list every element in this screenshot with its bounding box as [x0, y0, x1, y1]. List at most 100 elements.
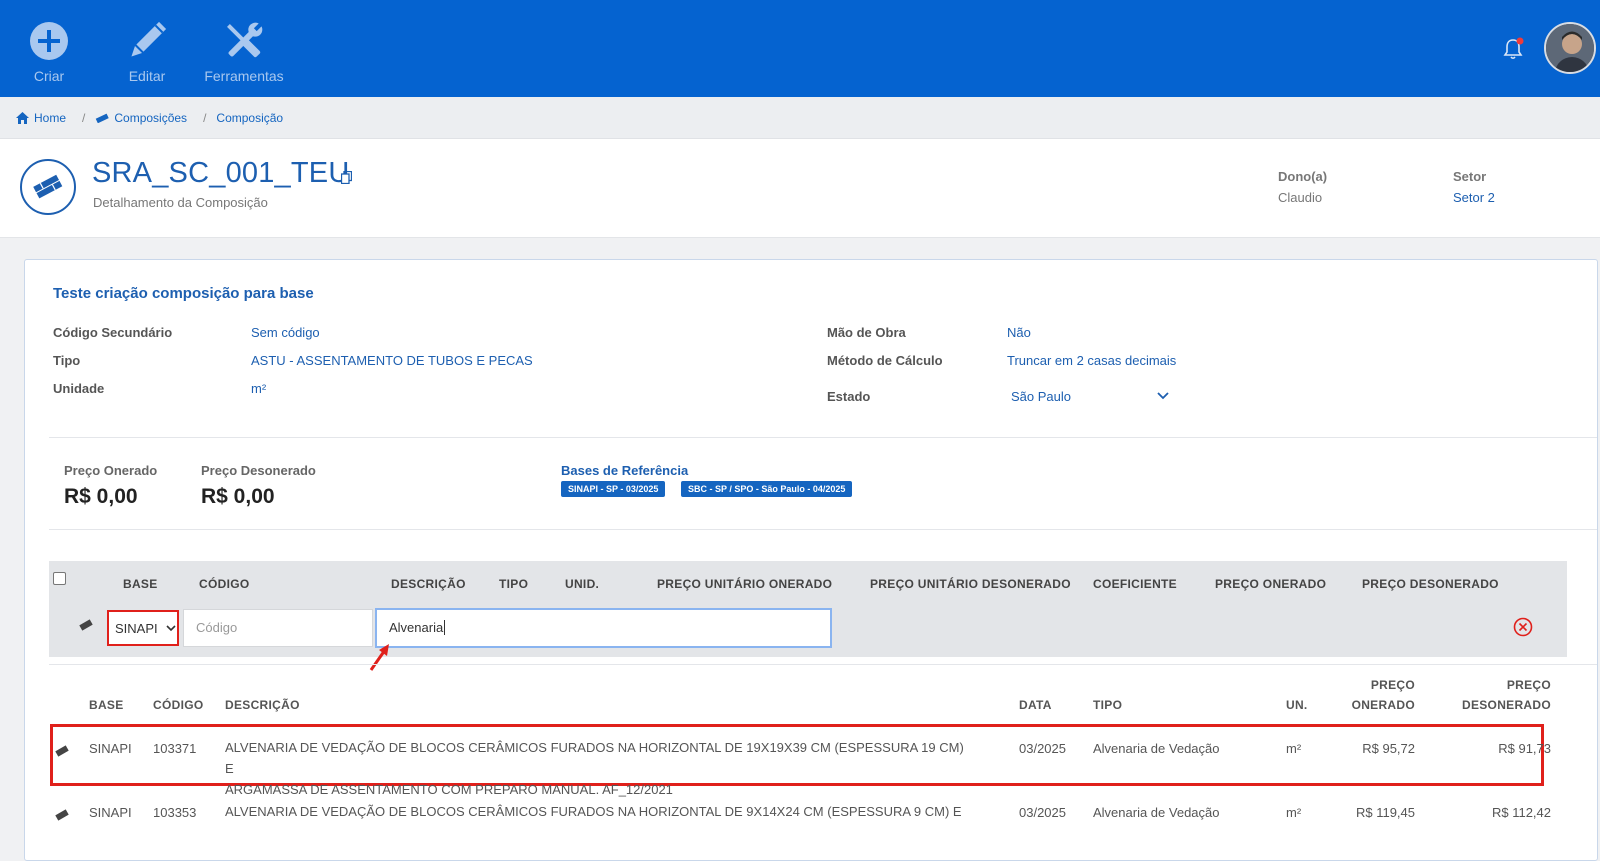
- price-desonerado-value: R$ 0,00: [201, 485, 275, 508]
- result-type: Alvenaria de Vedação: [1093, 741, 1220, 756]
- col-unit: UNID.: [565, 577, 600, 591]
- copy-icon[interactable]: [341, 171, 352, 184]
- breadcrumb-home-label: Home: [34, 110, 67, 125]
- edit-label: Editar: [128, 68, 166, 84]
- breadcrumb-compositions[interactable]: Composições: [95, 111, 187, 125]
- create-button[interactable]: Criar: [4, 12, 94, 84]
- code-input[interactable]: Código: [183, 609, 373, 647]
- result-description-line1: ALVENARIA DE VEDAÇÃO DE BLOCOS CERÂMICOS…: [225, 804, 962, 819]
- price-onerado-value: R$ 0,00: [64, 485, 138, 508]
- col-price-desonerado: PREÇO DESONERADO: [1362, 577, 1499, 591]
- col-base: BASE: [123, 577, 158, 591]
- type-label: Tipo: [53, 353, 81, 368]
- brick-icon: [79, 619, 93, 631]
- description-input[interactable]: Alvenaria​: [375, 608, 832, 648]
- unit-label: Unidade: [53, 381, 105, 396]
- state-select-value: São Paulo: [1011, 389, 1071, 404]
- result-date: 03/2025: [1019, 805, 1066, 820]
- calc-method-value: Truncar em 2 casas decimais: [1007, 353, 1177, 368]
- result-col-desonerado-line2: DESONERADO: [1461, 698, 1551, 712]
- result-description-line1: ALVENARIA DE VEDAÇÃO DE BLOCOS CERÂMICOS…: [225, 740, 964, 776]
- chevron-down-icon: [166, 624, 176, 631]
- description-input-value: Alvenaria: [389, 620, 444, 635]
- page-header: SRA_SC_001_TEU Detalhamento da Composiçã…: [0, 139, 1600, 238]
- result-col-type: TIPO: [1093, 698, 1123, 712]
- result-price-onerado: R$ 95,72: [1362, 741, 1415, 756]
- col-coefficient: COEFICIENTE: [1093, 577, 1177, 591]
- result-col-description: DESCRIÇÃO: [225, 698, 300, 712]
- result-unit: m²: [1286, 741, 1302, 756]
- result-code: 103371: [153, 741, 197, 756]
- edit-button[interactable]: Editar: [102, 12, 192, 84]
- result-code: 103353: [153, 805, 197, 820]
- result-col-date: DATA: [1019, 698, 1052, 712]
- col-description: DESCRIÇÃO: [391, 577, 466, 591]
- unit-value: m²: [251, 381, 267, 396]
- result-description: ALVENARIA DE VEDAÇÃO DE BLOCOS CERÂMICOS…: [225, 737, 965, 800]
- col-code: CÓDIGO: [199, 577, 250, 591]
- price-desonerado-label: Preço Desonerado: [201, 463, 316, 478]
- brick-icon: [55, 745, 69, 757]
- select-all-checkbox[interactable]: [53, 572, 66, 585]
- result-col-code: CÓDIGO: [153, 698, 204, 712]
- result-col-onerado-line1: PREÇO: [1370, 678, 1415, 692]
- wrench-screwdriver-icon: [227, 22, 263, 58]
- breadcrumb-home[interactable]: Home: [16, 111, 66, 125]
- col-unit-price-desonerado: PREÇO UNITÁRIO DESONERADO: [870, 577, 1071, 591]
- divider: [49, 664, 1597, 665]
- breadcrumb-compositions-label: Composições: [114, 110, 188, 125]
- result-unit: m²: [1286, 805, 1302, 820]
- brick-icon: [55, 809, 69, 821]
- reference-base-tag: SINAPI - SP - 03/2025: [561, 481, 666, 497]
- reference-base-tag: SBC - SP / SPO - São Paulo - 04/2025: [681, 481, 853, 497]
- pencil-icon: [131, 21, 167, 57]
- tools-button[interactable]: Ferramentas: [199, 12, 289, 84]
- state-label: Estado: [827, 389, 871, 404]
- bricks-icon: [33, 174, 63, 199]
- tools-label: Ferramentas: [204, 68, 284, 84]
- col-unit-price-onerado: PREÇO UNITÁRIO ONERADO: [657, 577, 833, 591]
- state-select[interactable]: São Paulo: [1011, 389, 1169, 404]
- sector-value: Setor 2: [1453, 190, 1495, 205]
- notifications-button[interactable]: [1500, 36, 1526, 62]
- avatar-image: [1546, 24, 1594, 72]
- card-title: Teste criação composição para base: [53, 285, 314, 302]
- breadcrumb-separator: /: [82, 110, 86, 125]
- result-col-onerado: PREÇO ONERADO: [1315, 678, 1415, 712]
- calc-method-label: Método de Cálculo: [827, 353, 943, 368]
- home-icon: [16, 111, 29, 124]
- composition-card: Teste criação composição para base Códig…: [24, 259, 1598, 861]
- user-avatar[interactable]: [1544, 22, 1596, 74]
- brick-icon: [96, 113, 110, 123]
- divider: [49, 437, 1597, 438]
- col-price-onerado: PREÇO ONERADO: [1215, 577, 1327, 591]
- cancel-row-icon[interactable]: [1513, 617, 1533, 637]
- chevron-down-icon: [1157, 392, 1169, 400]
- divider: [49, 529, 1597, 530]
- result-price-onerado: R$ 119,45: [1355, 805, 1415, 820]
- result-price-desonerado: R$ 91,73: [1498, 741, 1551, 756]
- result-price-desonerado: R$ 112,42: [1491, 805, 1551, 820]
- annotation-arrow-icon: [369, 644, 389, 671]
- result-description-line2: ARGAMASSA DE ASSENTAMENTO COM PREPARO MA…: [225, 782, 673, 797]
- breadcrumb-composition[interactable]: Composição: [216, 111, 283, 125]
- labor-label: Mão de Obra: [827, 325, 906, 340]
- page-title: SRA_SC_001_TEU: [92, 157, 350, 189]
- bell-icon: [1503, 37, 1524, 60]
- result-col-onerado-line2: ONERADO: [1351, 698, 1415, 712]
- sector-label: Setor: [1453, 169, 1487, 184]
- result-col-base: BASE: [89, 698, 124, 712]
- type-value: ASTU - ASSENTAMENTO DE TUBOS E PECAS: [251, 353, 533, 368]
- base-select[interactable]: SINAPI: [107, 610, 179, 646]
- result-col-desonerado: PREÇO DESONERADO: [1431, 678, 1551, 712]
- breadcrumb: Home / Composições / Composição: [0, 97, 1600, 139]
- breadcrumb-separator: /: [203, 110, 207, 125]
- result-col-unit: UN.: [1286, 698, 1308, 712]
- secondary-code-value: Sem código: [251, 325, 320, 340]
- labor-value: Não: [1007, 325, 1031, 340]
- owner-value: Claudio: [1278, 190, 1323, 205]
- result-date: 03/2025: [1019, 741, 1066, 756]
- result-base: SINAPI: [89, 741, 132, 756]
- create-label: Criar: [33, 68, 65, 84]
- result-description: ALVENARIA DE VEDAÇÃO DE BLOCOS CERÂMICOS…: [225, 801, 965, 822]
